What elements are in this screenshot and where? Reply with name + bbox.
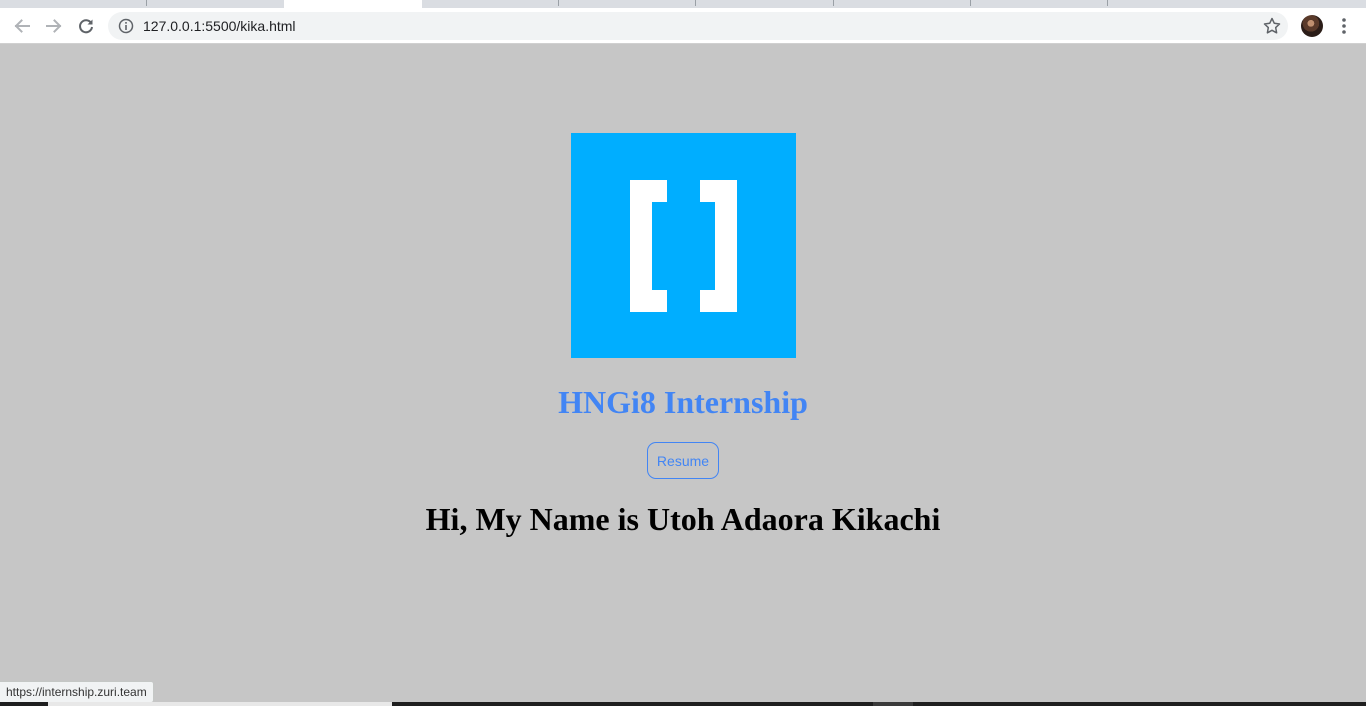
tab-separator — [146, 0, 147, 6]
page-title: HNGi8 Internship — [558, 384, 808, 420]
arrow-left-icon — [14, 19, 30, 33]
browser-toolbar: 127.0.0.1:5500/kika.html — [0, 8, 1366, 44]
tab-strip — [0, 0, 1366, 8]
tab-separator — [1107, 0, 1108, 6]
forward-button[interactable] — [42, 14, 66, 38]
reload-icon — [79, 19, 93, 34]
reload-button[interactable] — [74, 14, 98, 38]
url-text[interactable]: 127.0.0.1:5500/kika.html — [143, 18, 296, 34]
tab-inactive[interactable] — [0, 0, 284, 8]
tab-active[interactable] — [284, 0, 422, 8]
taskbar-item[interactable] — [48, 702, 392, 706]
status-url-bubble: https://internship.zuri.team — [0, 681, 154, 703]
tab-inactive[interactable] — [422, 0, 1366, 8]
address-bar[interactable]: 127.0.0.1:5500/kika.html — [108, 12, 1288, 40]
tab-separator — [558, 0, 559, 6]
info-icon[interactable] — [118, 18, 134, 34]
star-icon[interactable] — [1262, 16, 1282, 36]
back-button[interactable] — [10, 14, 34, 38]
taskbar-item[interactable] — [873, 702, 913, 706]
kebab-menu-icon[interactable] — [1334, 16, 1354, 36]
avatar[interactable] — [1301, 15, 1323, 37]
tab-separator — [970, 0, 971, 6]
arrow-right-icon — [46, 19, 62, 33]
tab-separator — [833, 0, 834, 6]
greeting-heading: Hi, My Name is Utoh Adaora Kikachi — [425, 501, 941, 537]
tab-separator — [695, 0, 696, 6]
bracket-logo-icon — [571, 133, 796, 358]
resume-button[interactable]: Resume — [647, 442, 719, 479]
taskbar — [0, 702, 1366, 706]
